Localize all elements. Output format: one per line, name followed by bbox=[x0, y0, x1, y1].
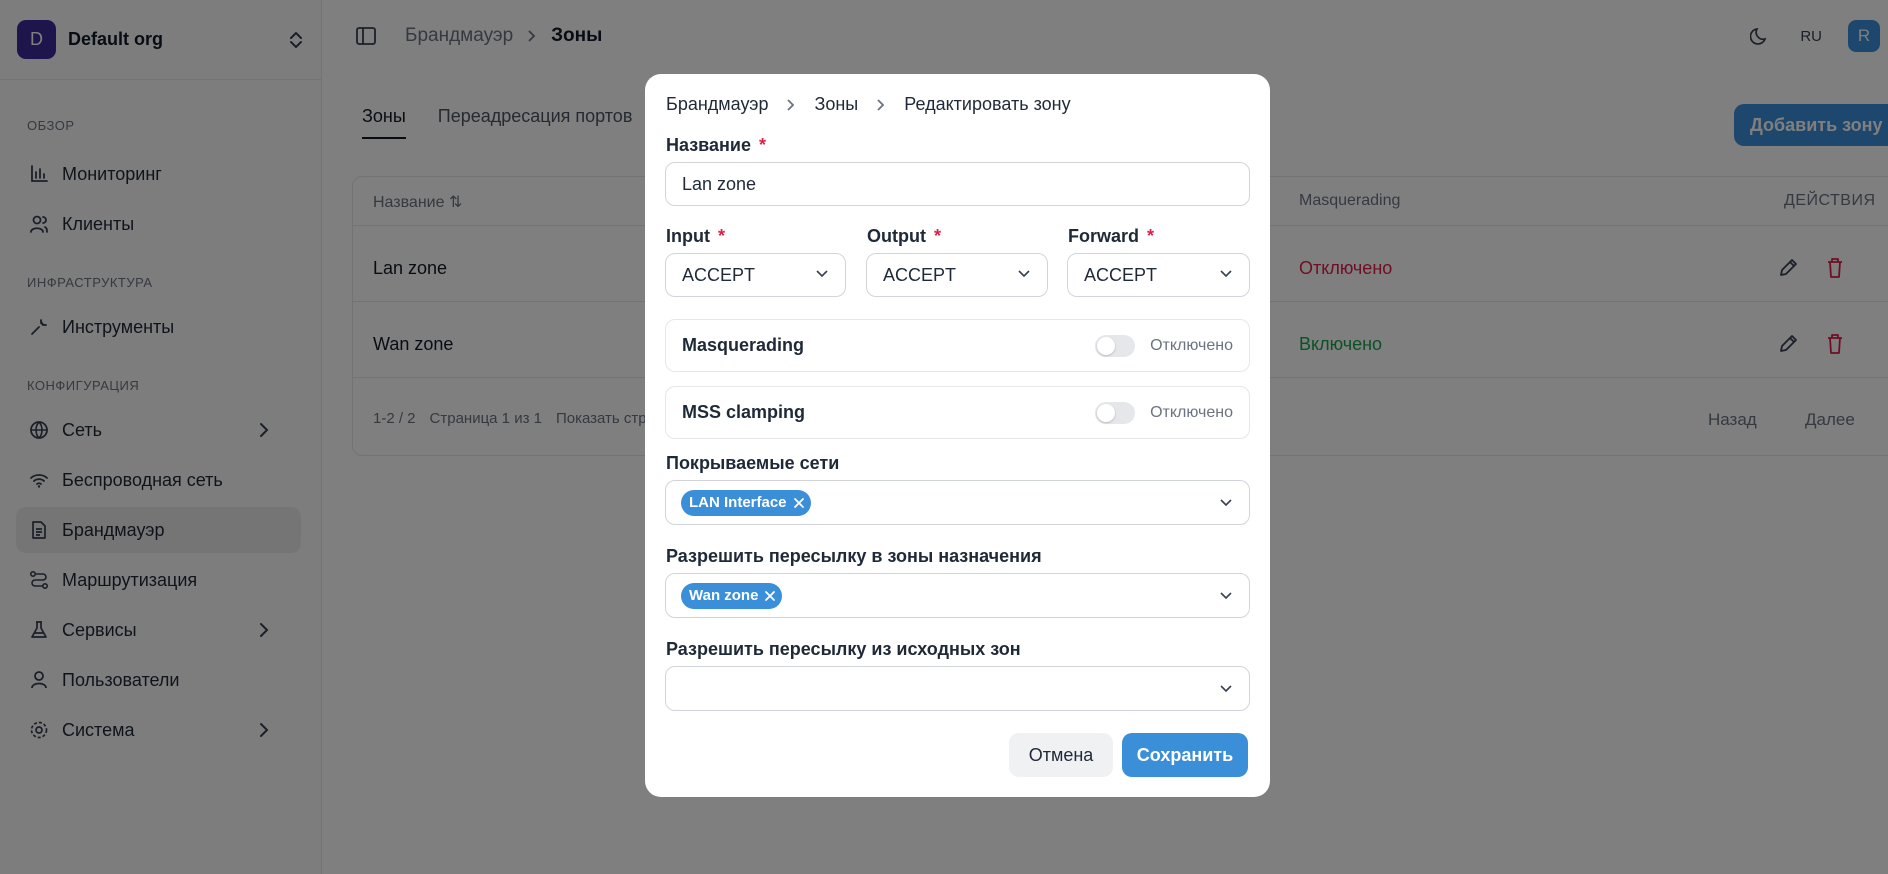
networks-label: Покрываемые сети bbox=[666, 453, 840, 473]
output-label: Output * bbox=[867, 226, 941, 246]
input-label: Input * bbox=[666, 226, 725, 246]
masquerading-row: Masquerading Отключено bbox=[665, 319, 1250, 372]
dialog-breadcrumb: Брандмауэр Зоны Редактировать зону bbox=[666, 94, 1071, 115]
chevron-down-icon bbox=[1219, 682, 1233, 696]
remove-chip-icon[interactable] bbox=[764, 590, 776, 602]
masquerading-label: Masquerading bbox=[682, 335, 805, 355]
chevron-down-icon bbox=[1219, 496, 1233, 510]
forward-label: Forward * bbox=[1068, 226, 1155, 246]
forward-policy-select[interactable]: ACCEPT bbox=[1067, 253, 1250, 297]
dialog-breadcrumb-edit-zone: Редактировать зону bbox=[904, 94, 1071, 114]
dialog-breadcrumb-firewall[interactable]: Брандмауэр bbox=[666, 94, 768, 115]
network-chip: LAN Interface bbox=[681, 489, 811, 516]
name-input[interactable]: Lan zone bbox=[665, 162, 1250, 206]
mss-clamping-label: MSS clamping bbox=[682, 402, 806, 422]
masquerading-state: Отключено bbox=[1150, 336, 1233, 354]
forward-source-multiselect[interactable] bbox=[665, 666, 1250, 711]
forward-destination-multiselect[interactable]: Wan zone bbox=[665, 573, 1250, 618]
chevron-right-icon bbox=[876, 98, 886, 112]
mss-clamping-state: Отключено bbox=[1150, 403, 1233, 421]
networks-multiselect[interactable]: LAN Interface bbox=[665, 480, 1250, 525]
remove-chip-icon[interactable] bbox=[793, 497, 805, 509]
mss-clamping-row: MSS clamping Отключено bbox=[665, 386, 1250, 439]
dialog-breadcrumb-zones[interactable]: Зоны bbox=[814, 94, 858, 115]
forward-source-label: Разрешить пересылку из исходных зон bbox=[666, 639, 1021, 659]
cancel-button[interactable]: Отмена bbox=[1009, 733, 1113, 777]
mss-clamping-toggle[interactable] bbox=[1095, 401, 1136, 424]
chevron-down-icon bbox=[1017, 267, 1031, 281]
chevron-down-icon bbox=[1219, 589, 1233, 603]
name-label: Название * bbox=[666, 135, 766, 155]
chevron-right-icon bbox=[786, 98, 796, 112]
zone-chip: Wan zone bbox=[681, 582, 783, 609]
save-button[interactable]: Сохранить bbox=[1122, 733, 1248, 777]
forward-destination-label: Разрешить пересылку в зоны назначения bbox=[666, 546, 1042, 566]
output-policy-select[interactable]: ACCEPT bbox=[866, 253, 1048, 297]
chevron-down-icon bbox=[1219, 267, 1233, 281]
chevron-down-icon bbox=[815, 267, 829, 281]
edit-zone-dialog: Брандмауэр Зоны Редактировать зону Назва… bbox=[645, 74, 1270, 797]
input-policy-select[interactable]: ACCEPT bbox=[665, 253, 846, 297]
masquerading-toggle[interactable] bbox=[1095, 334, 1136, 357]
